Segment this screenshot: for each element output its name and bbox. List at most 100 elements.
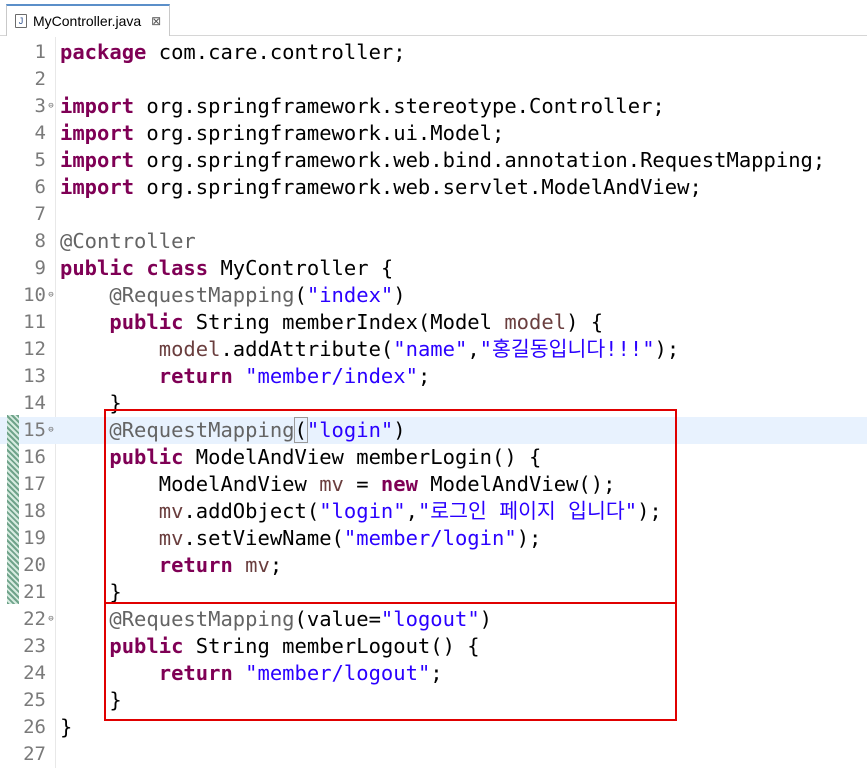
code-line[interactable]: 6 import org.springframework.web.servlet.… [0, 174, 867, 201]
code-line[interactable]: 3 ⊖ import org.springframework.stereotype.… [0, 93, 867, 120]
line-number: 23 [23, 635, 46, 657]
code-token: class [146, 256, 209, 280]
fold-collapse-icon[interactable]: ⊖ [46, 282, 56, 309]
fold-collapse-icon[interactable]: ⊖ [46, 417, 56, 444]
code-token: ) [393, 283, 406, 307]
code-line[interactable]: 4 import org.springframework.ui.Model; [0, 120, 867, 147]
tab-title: MyController.java [33, 13, 142, 29]
highlight-box-login-method [104, 409, 677, 604]
code-line[interactable]: 5 import org.springframework.web.bind.ann… [0, 147, 867, 174]
line-number: 6 [34, 176, 46, 198]
code-line[interactable]: 7 [0, 201, 867, 228]
code-token: @RequestMapping [109, 283, 295, 307]
code-text: public class MyController { [60, 255, 393, 282]
line-number: 14 [23, 392, 46, 414]
line-number: 10 [23, 284, 46, 306]
code-token: org.springframework.web.servlet.ModelAnd… [134, 175, 702, 199]
line-number: 22 [23, 608, 46, 630]
change-indicator-bar [7, 415, 19, 604]
code-text: @Controller [60, 228, 196, 255]
line-number: 27 [23, 743, 46, 765]
fold-collapse-icon[interactable]: ⊖ [46, 93, 56, 120]
code-token: org.springframework.web.bind.annotation.… [134, 148, 826, 172]
code-line[interactable]: 27 [0, 741, 867, 768]
code-token: .addAttribute( [220, 337, 394, 361]
code-text: import org.springframework.ui.Model; [60, 120, 504, 147]
code-token: "홍길동입니다!!!" [479, 337, 655, 361]
code-line[interactable]: 1 package com.care.controller; [0, 39, 867, 66]
line-number: 9 [34, 257, 46, 279]
code-token: model [504, 310, 567, 334]
tab-mycontroller-java[interactable]: J MyController.java ⊠ [6, 4, 171, 36]
code-token: ; [417, 364, 431, 388]
line-number: 8 [34, 230, 46, 252]
line-number: 13 [23, 365, 46, 387]
code-token: import [60, 121, 135, 145]
code-token: } [60, 715, 73, 739]
code-token: public [109, 310, 184, 334]
code-text: @RequestMapping("index") [60, 282, 406, 309]
code-text: package com.care.controller; [60, 39, 406, 66]
code-line[interactable]: 10 ⊖ @RequestMapping("index") [0, 282, 867, 309]
code-text: import org.springframework.web.bind.anno… [60, 147, 825, 174]
code-text: } [60, 714, 72, 741]
editor-tab-bar: J MyController.java ⊠ [0, 0, 867, 36]
code-text: public String memberIndex(Model model) { [60, 309, 603, 336]
code-token: public [60, 256, 135, 280]
code-token: package [60, 40, 147, 64]
code-token: com.care.controller; [146, 40, 406, 64]
code-token: ) { [566, 310, 604, 334]
line-number: 7 [34, 203, 46, 225]
line-number: 12 [23, 338, 46, 360]
line-number: 25 [23, 689, 46, 711]
code-line[interactable]: 9 public class MyController { [0, 255, 867, 282]
line-number: 24 [23, 662, 46, 684]
line-number: 3 [34, 95, 46, 117]
code-token: model [158, 337, 221, 361]
code-text: import org.springframework.web.servlet.M… [60, 174, 702, 201]
code-token: ); [654, 337, 680, 361]
code-token: "index" [306, 283, 394, 307]
code-token: return [158, 364, 233, 388]
code-token: "name" [393, 337, 468, 361]
java-file-icon: J [15, 14, 27, 28]
line-number: 2 [34, 68, 46, 90]
code-token: org.springframework.ui.Model; [134, 121, 505, 145]
code-line[interactable]: 11 public String memberIndex(Model model… [0, 309, 867, 336]
code-text: return "member/index"; [60, 363, 431, 390]
code-line[interactable]: 12 model.addAttribute("name","홍길동입니다!!!"… [0, 336, 867, 363]
code-token: String memberIndex(Model [183, 310, 505, 334]
code-line[interactable]: 8 @Controller [0, 228, 867, 255]
highlight-box-logout-method [104, 602, 677, 721]
code-text: model.addAttribute("name","홍길동입니다!!!"); [60, 336, 679, 363]
code-token: import [60, 94, 135, 118]
line-number: 4 [34, 122, 46, 144]
code-token: org.springframework.stereotype.Controlle… [134, 94, 665, 118]
line-number: 5 [34, 149, 46, 171]
line-number: 1 [34, 41, 46, 63]
line-number: 26 [23, 716, 46, 738]
fold-collapse-icon[interactable]: ⊖ [46, 606, 56, 633]
code-token: , [467, 337, 480, 361]
code-token: MyController { [208, 256, 394, 280]
code-token: import [60, 148, 135, 172]
code-line[interactable]: 13 return "member/index"; [0, 363, 867, 390]
code-line[interactable]: 2 [0, 66, 867, 93]
code-token: ( [294, 283, 307, 307]
code-editor[interactable]: 1 package com.care.controller; 2 3 ⊖ import o… [0, 37, 867, 768]
line-number: 11 [23, 311, 46, 333]
code-token: import [60, 175, 135, 199]
code-token: @Controller [60, 229, 196, 253]
code-token: "member/index" [245, 364, 418, 388]
close-tab-icon[interactable]: ⊠ [151, 14, 161, 28]
